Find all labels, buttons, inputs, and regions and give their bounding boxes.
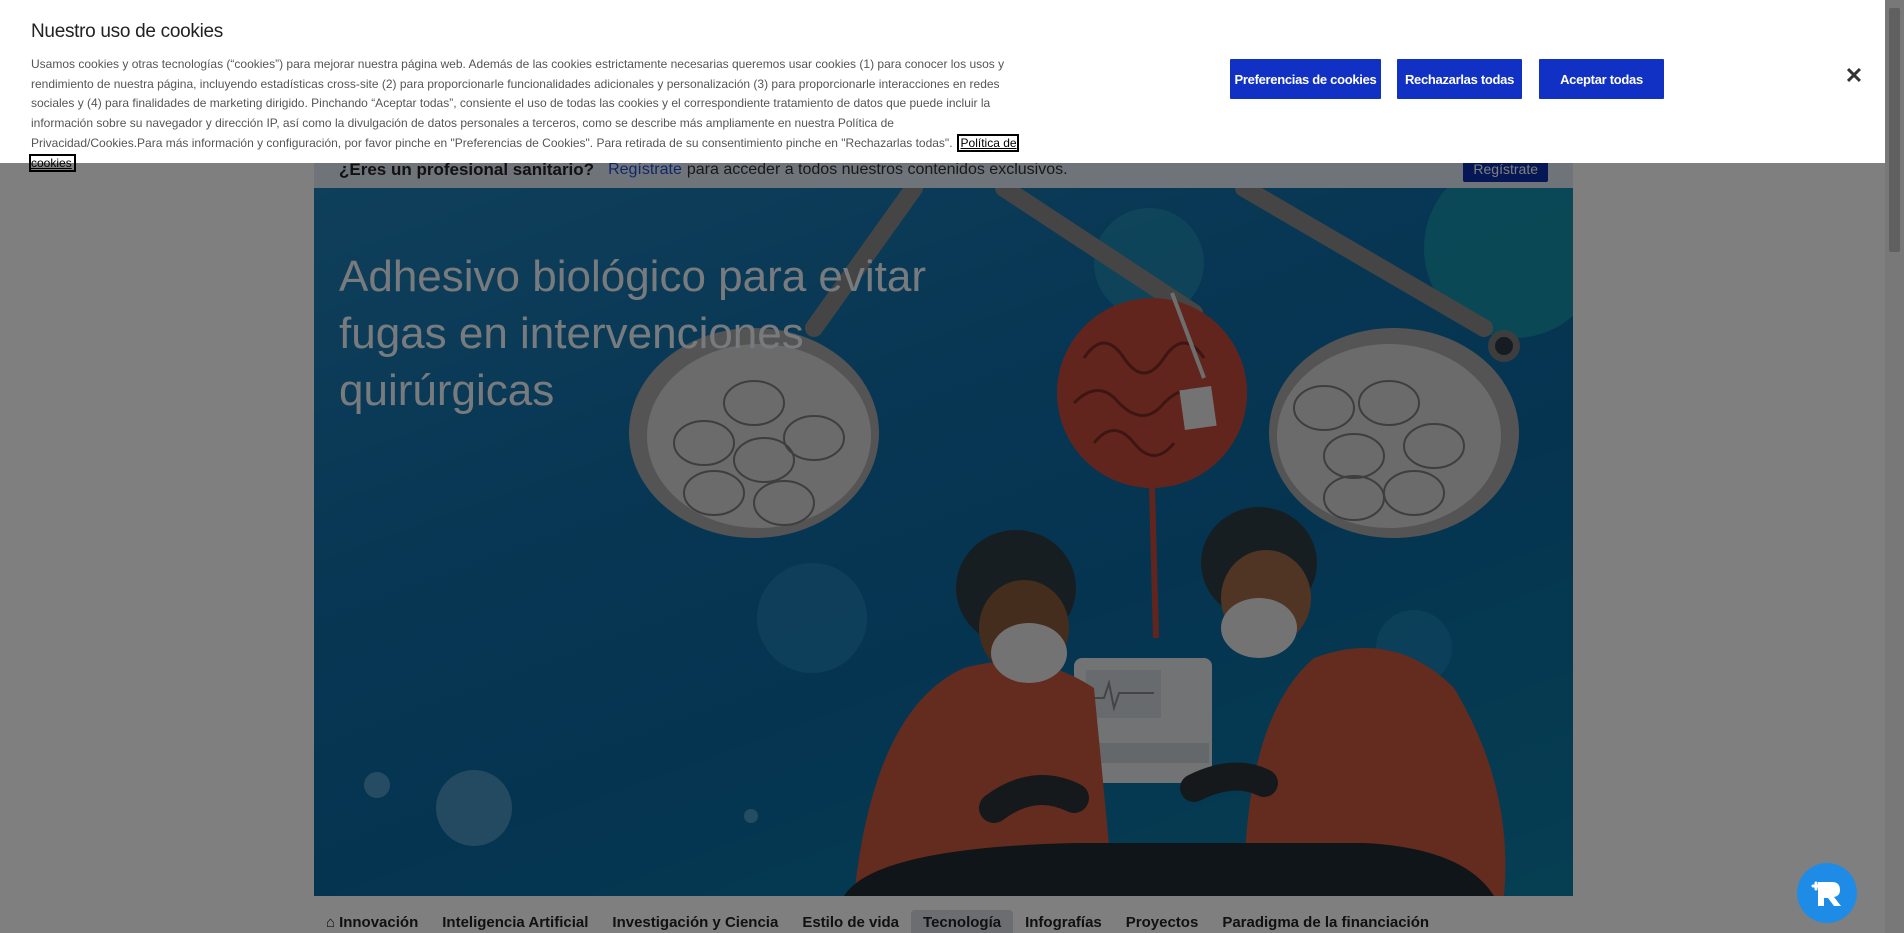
accept-all-button[interactable]: Aceptar todas (1539, 59, 1664, 99)
cookie-title: Nuestro uso de cookies (31, 21, 223, 42)
cookie-banner: Nuestro uso de cookies Usamos cookies y … (0, 0, 1885, 172)
close-icon[interactable]: ✕ (1844, 63, 1864, 88)
cookie-body: Usamos cookies y otras tecnologías (“coo… (31, 57, 1005, 150)
chat-bot-icon (1811, 881, 1841, 906)
reject-all-button[interactable]: Rechazarlas todas (1397, 59, 1522, 99)
cookie-preferences-button[interactable]: Preferencias de cookies (1230, 59, 1381, 99)
cookie-description: Usamos cookies y otras tecnologías (“coo… (29, 55, 1023, 173)
chat-assistant-button[interactable] (1797, 863, 1857, 923)
